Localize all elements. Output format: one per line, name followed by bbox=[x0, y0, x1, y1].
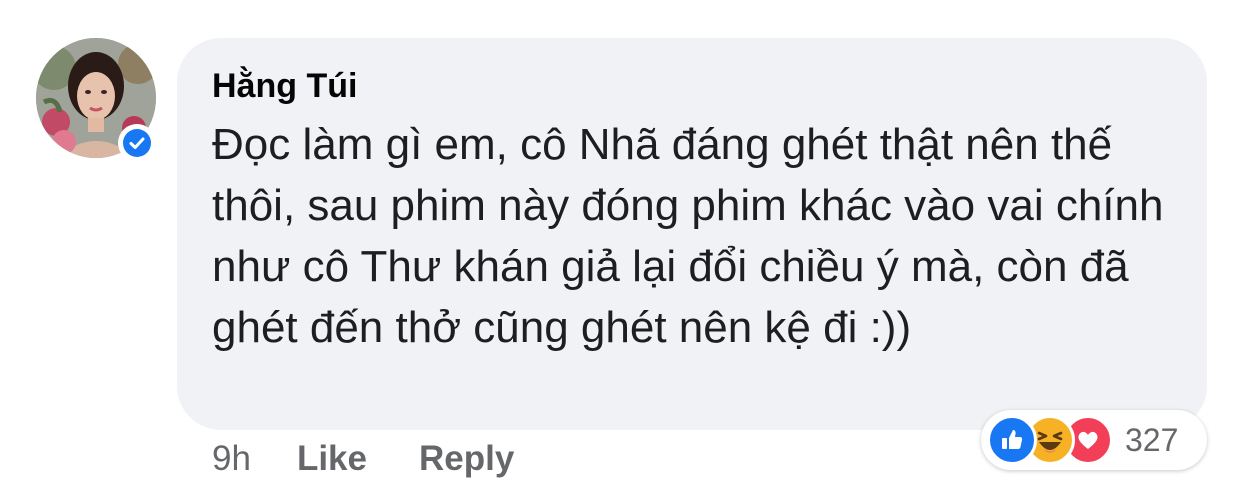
reaction-count: 327 bbox=[1125, 421, 1179, 458]
comment-text: Đọc làm gì em, cô Nhã đáng ghét thật nên… bbox=[212, 120, 1164, 352]
author-name[interactable]: Hằng Túi bbox=[212, 64, 1167, 108]
avatar-container[interactable] bbox=[36, 38, 156, 162]
like-button[interactable]: Like bbox=[297, 439, 367, 479]
reply-button[interactable]: Reply bbox=[419, 439, 514, 479]
comment-actions: 9h Like Reply bbox=[212, 437, 514, 481]
timestamp[interactable]: 9h bbox=[212, 439, 251, 479]
like-icon bbox=[987, 415, 1037, 465]
comment: Hằng Túi Đọc làm gì em, cô Nhã đáng ghét… bbox=[0, 0, 1242, 491]
comment-bubble: Hằng Túi Đọc làm gì em, cô Nhã đáng ghét… bbox=[177, 38, 1207, 430]
verified-badge-icon bbox=[118, 124, 156, 162]
reactions-summary[interactable]: 327 bbox=[981, 410, 1207, 470]
